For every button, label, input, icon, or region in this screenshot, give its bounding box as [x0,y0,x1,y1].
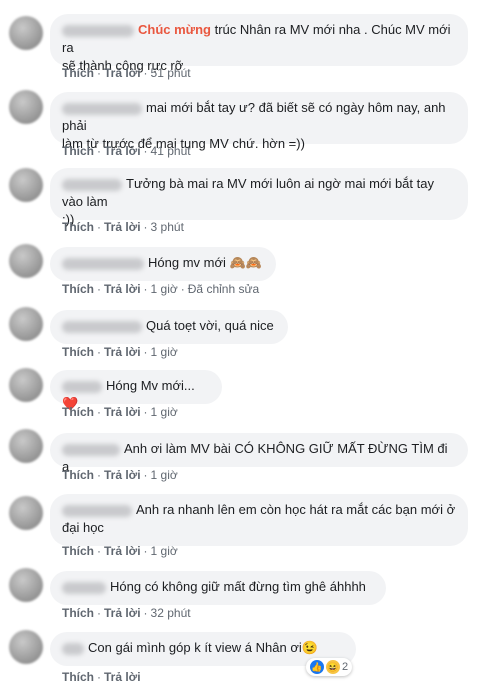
like-button[interactable]: Thích [62,144,94,158]
reply-button[interactable]: Trả lời [104,468,141,482]
avatar[interactable] [9,368,43,402]
reply-button[interactable]: Trả lời [104,405,141,419]
commenter-name[interactable] [62,504,132,517]
comment-text: Hóng có không giữ mất đừng tìm ghê áhhhh [110,579,366,594]
timestamp[interactable]: 1 giờ [151,345,178,359]
timestamp[interactable]: 3 phút [151,220,184,234]
timestamp[interactable]: 51 phút [151,66,191,80]
like-button[interactable]: Thích [62,282,94,296]
comment-bubble: Hóng Mv mới... ❤️ [50,370,222,411]
reaction-count: 2 [342,661,349,673]
commenter-name[interactable] [62,178,122,191]
mention-text: Chúc mừng [138,22,211,37]
comment-bubble: Anh ra nhanh lên em còn học hát ra mắt c… [50,494,468,546]
like-button[interactable]: Thích [62,544,94,558]
commenter-name[interactable] [62,320,142,333]
comment-text: Anh ra nhanh lên em còn học hát ra mắt c… [136,502,456,517]
timestamp[interactable]: 1 giờ [151,405,178,419]
commenter-name[interactable] [62,581,106,594]
like-button[interactable]: Thích [62,405,94,419]
comment-actions: Thích · Trả lời · 1 giờ [62,345,178,359]
timestamp[interactable]: 32 phút [151,606,191,620]
reaction-summary[interactable]: 👍 😆 2 [306,658,353,676]
comment-actions: Thích · Trả lời · 51 phút [62,66,191,80]
like-button[interactable]: Thích [62,66,94,80]
comment-bubble: Hóng mv mới 🙈🙈 [50,247,276,281]
avatar[interactable] [9,16,43,50]
like-reaction-icon: 👍 [310,660,324,674]
commenter-name[interactable] [62,380,102,393]
commenter-name[interactable] [62,642,84,655]
comment-actions: Thích · Trả lời · 1 giờ · Đã chỉnh sửa [62,282,260,296]
edited-label[interactable]: Đã chỉnh sửa [188,282,259,296]
reply-button[interactable]: Trả lời [104,345,141,359]
comment-bubble: Quá toẹt vời, quá nice [50,310,288,344]
reply-button[interactable]: Trả lời [104,606,141,620]
comment-bubble: mai mới bắt tay ư? đã biết sẽ có ngày hô… [50,92,468,151]
like-button[interactable]: Thích [62,345,94,359]
like-button[interactable]: Thích [62,670,94,684]
avatar[interactable] [9,90,43,124]
comment-text: Quá toẹt vời, quá nice [146,318,274,333]
avatar[interactable] [9,307,43,341]
avatar[interactable] [9,496,43,530]
like-button[interactable]: Thích [62,468,94,482]
comment-actions: Thích · Trả lời · 3 phút [62,220,184,234]
comment-actions: Thích · Trả lời · 32 phút [62,606,191,620]
commenter-name[interactable] [62,24,134,37]
reply-button[interactable]: Trả lời [104,670,141,684]
avatar[interactable] [9,429,43,463]
timestamp[interactable]: 1 giờ [151,544,178,558]
comment-actions: Thích · Trả lời [62,670,141,684]
comment-actions: Thích · Trả lời · 1 giờ [62,468,178,482]
like-button[interactable]: Thích [62,606,94,620]
comment-actions: Thích · Trả lời · 41 phút [62,144,191,158]
avatar[interactable] [9,244,43,278]
avatar[interactable] [9,168,43,202]
timestamp[interactable]: 41 phút [151,144,191,158]
comment-actions: Thích · Trả lời · 1 giờ [62,405,178,419]
avatar[interactable] [9,630,43,664]
reply-button[interactable]: Trả lời [104,66,141,80]
reply-button[interactable]: Trả lời [104,144,141,158]
comment-bubble: Hóng có không giữ mất đừng tìm ghê áhhhh [50,571,386,605]
comment-bubble: Anh ơi làm MV bài CÓ KHÔNG GIỮ MẤT ĐỪNG … [50,433,468,474]
commenter-name[interactable] [62,102,142,115]
comment-bubble: Chúc mừng trúc Nhân ra MV mới nha . Chúc… [50,14,468,73]
reply-button[interactable]: Trả lời [104,544,141,558]
comment-text: Con gái mình góp k ít view á Nhân ơi😉 [88,640,318,655]
reply-button[interactable]: Trả lời [104,282,141,296]
commenter-name[interactable] [62,443,120,456]
commenter-name[interactable] [62,257,144,270]
haha-reaction-icon: 😆 [326,660,340,674]
timestamp[interactable]: 1 giờ [151,282,178,296]
avatar[interactable] [9,568,43,602]
comment-text: Hóng mv mới 🙈🙈 [148,255,262,270]
comment-bubble: Tưởng bà mai ra MV mới luôn ai ngờ mai m… [50,168,468,227]
comment-actions: Thích · Trả lời · 1 giờ [62,544,178,558]
timestamp[interactable]: 1 giờ [151,468,178,482]
reply-button[interactable]: Trả lời [104,220,141,234]
comment-text: đại học [62,520,104,535]
like-button[interactable]: Thích [62,220,94,234]
